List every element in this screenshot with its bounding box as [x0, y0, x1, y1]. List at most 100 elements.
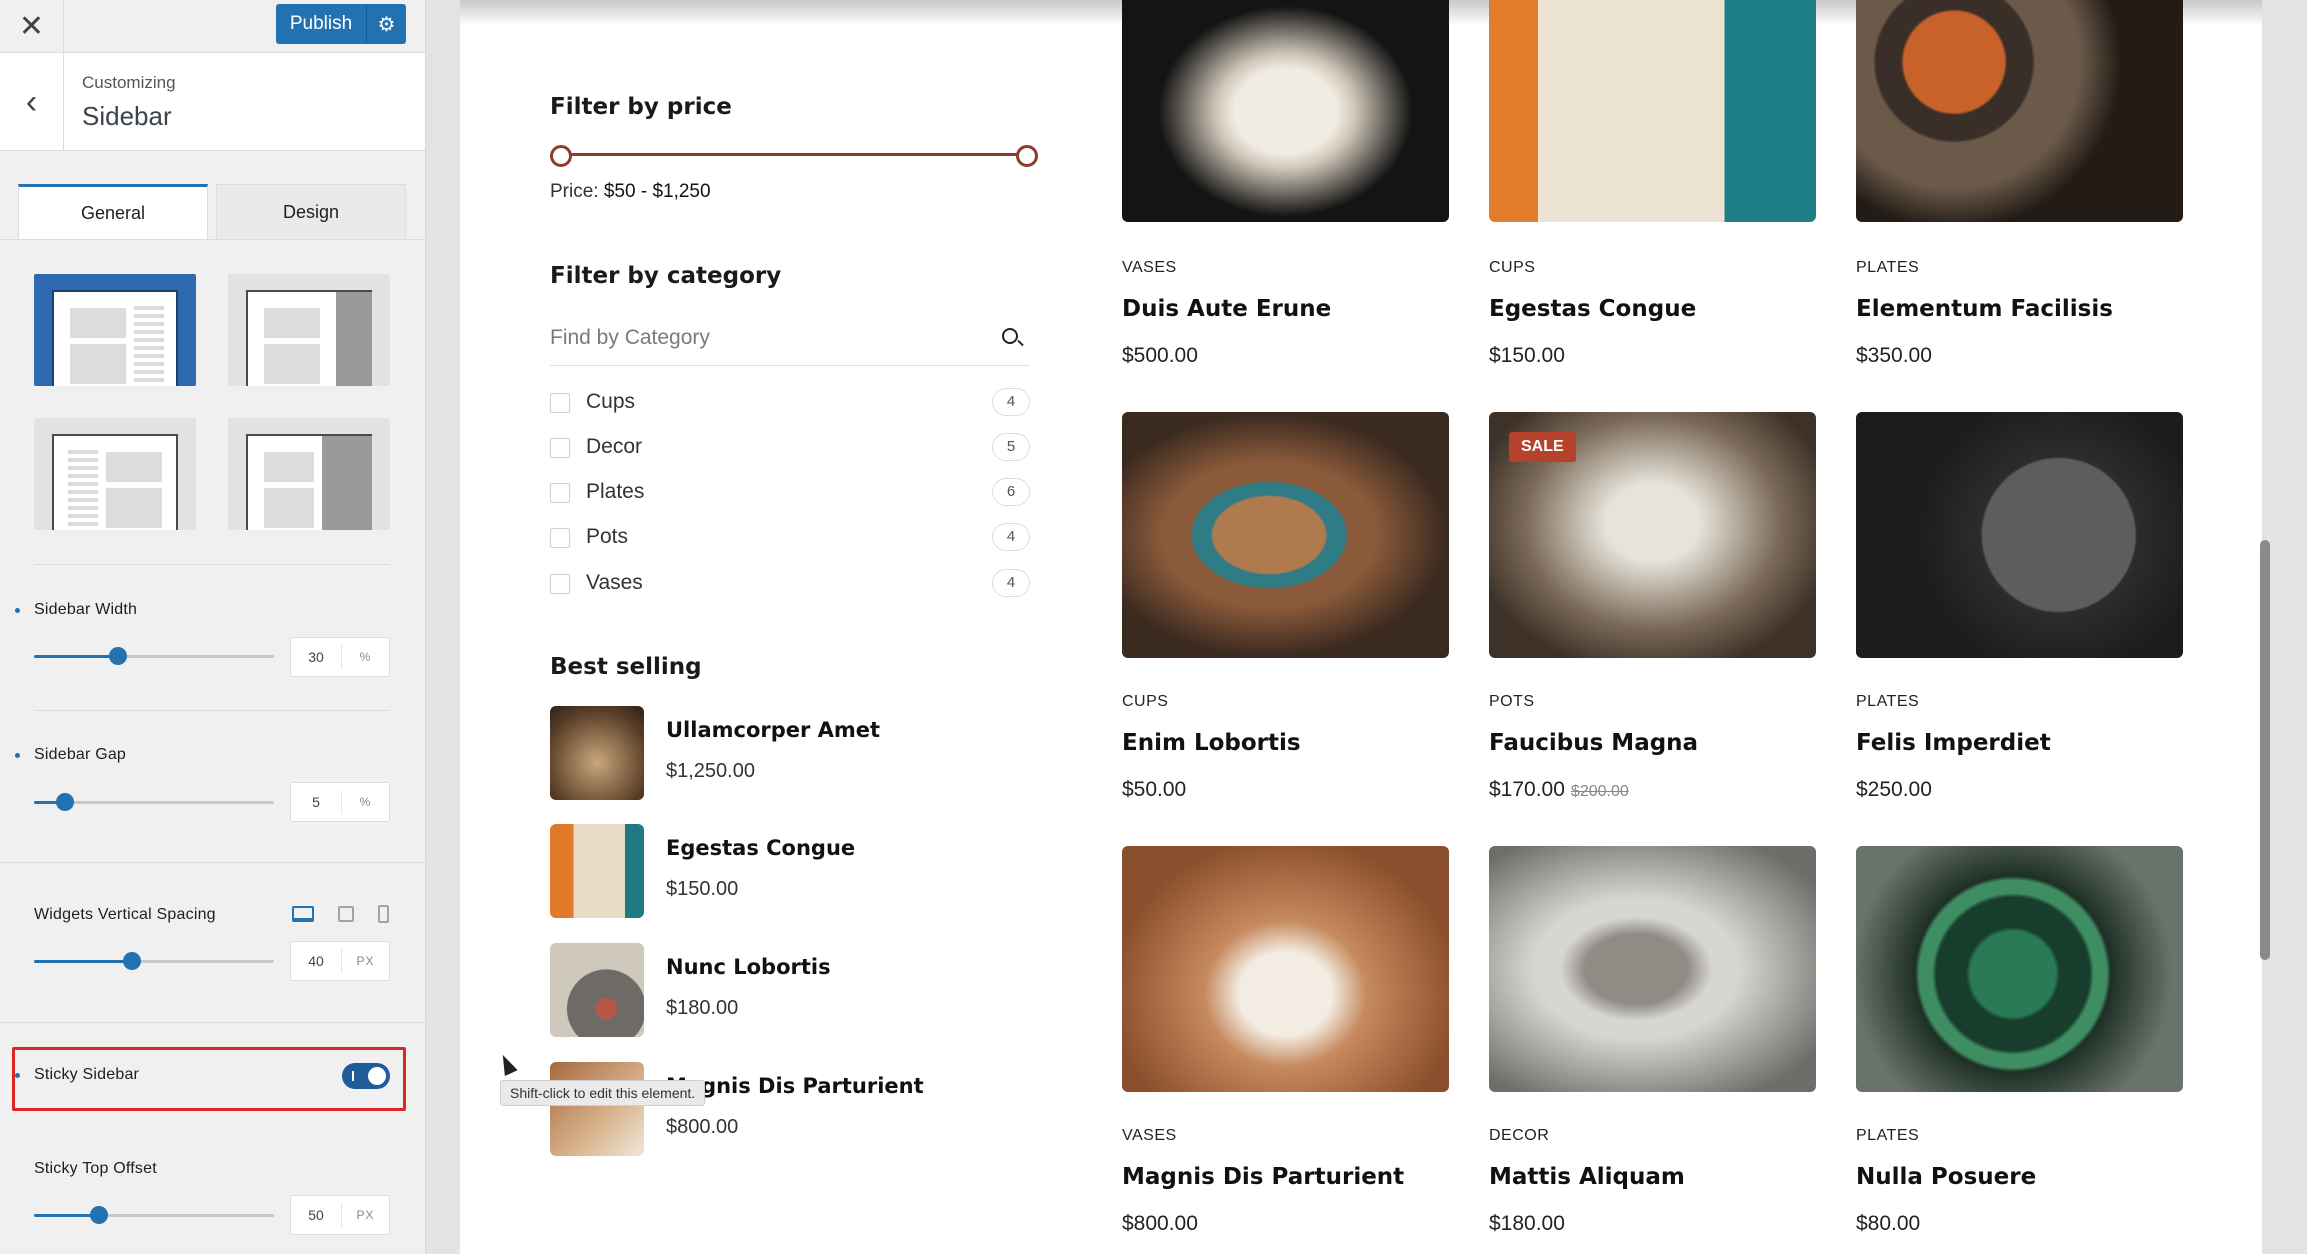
toggle-knob: [368, 1067, 386, 1085]
product-price: $180.00: [1489, 1212, 1565, 1235]
best-selling-item[interactable]: Nunc Lobortis $180.00: [550, 943, 1070, 1037]
slider-handle[interactable]: [89, 1206, 108, 1224]
gear-icon[interactable]: ⚙: [366, 4, 406, 44]
category-item-vases[interactable]: Vases 4: [550, 569, 1030, 599]
value: 40: [308, 953, 324, 969]
product-name[interactable]: Elementum Facilisis: [1856, 296, 2113, 322]
product-name[interactable]: Felis Imperdiet: [1856, 730, 2051, 756]
slider-fill: [34, 960, 133, 963]
product-name[interactable]: Egestas Congue: [1489, 296, 1696, 322]
product-image[interactable]: [1489, 846, 1816, 1092]
sticky-offset-slider[interactable]: [34, 1206, 274, 1224]
category-filter-title: Filter by category: [550, 263, 782, 289]
sticky-offset-input[interactable]: 50 PX: [290, 1195, 390, 1235]
slider-handle[interactable]: [56, 793, 75, 811]
product-thumbnail[interactable]: [550, 1062, 644, 1156]
unit[interactable]: PX: [341, 949, 389, 973]
checkbox[interactable]: [550, 528, 570, 548]
layout-block: [264, 488, 314, 528]
category-item-cups[interactable]: Cups 4: [550, 388, 1030, 418]
category-count: 4: [992, 388, 1030, 416]
sidebar-width-input[interactable]: 30 %: [290, 637, 390, 677]
product-thumbnail[interactable]: [550, 824, 644, 918]
tab-general[interactable]: General: [18, 184, 208, 240]
product-image[interactable]: [1122, 846, 1449, 1092]
product-thumbnail[interactable]: [550, 706, 644, 800]
sale-badge: SALE: [1509, 432, 1576, 462]
best-selling-item[interactable]: Ullamcorper Amet $1,250.00: [550, 706, 1070, 800]
layout-option-right-sidebar[interactable]: [34, 274, 196, 386]
category-item-pots[interactable]: Pots 4: [550, 523, 1030, 553]
product-image[interactable]: [1122, 412, 1449, 658]
publish-button[interactable]: Publish ⚙: [276, 4, 406, 44]
price-max-handle[interactable]: [1016, 145, 1038, 167]
category-search[interactable]: Find by Category: [550, 320, 1030, 366]
widgets-spacing-slider[interactable]: [34, 952, 274, 970]
slider-handle[interactable]: [123, 952, 142, 970]
unit[interactable]: %: [341, 645, 389, 669]
product-price: $170.00: [1489, 778, 1565, 801]
product-image[interactable]: [1856, 846, 2183, 1092]
product-image[interactable]: [1856, 412, 2183, 658]
layout-block: [106, 488, 162, 528]
product-name[interactable]: Mattis Aliquam: [1489, 1164, 1685, 1190]
best-selling-item[interactable]: Magnis Dis Parturient $800.00: [550, 1062, 1070, 1156]
product-name[interactable]: Nunc Lobortis: [666, 955, 831, 979]
layout-option-left-sidebar[interactable]: [34, 418, 196, 530]
product-price: $150.00: [1489, 344, 1565, 367]
price-min-handle[interactable]: [550, 145, 572, 167]
checkbox[interactable]: [550, 393, 570, 413]
layout-preview: [52, 434, 178, 530]
mobile-icon[interactable]: [378, 905, 389, 923]
product-name[interactable]: Faucibus Magna: [1489, 730, 1698, 756]
product-image[interactable]: [1856, 0, 2183, 222]
tab-design[interactable]: Design: [216, 184, 406, 240]
sidebar-gap-input[interactable]: 5 %: [290, 782, 390, 822]
tablet-icon[interactable]: [338, 906, 354, 922]
layout-sidebar: [134, 306, 164, 384]
slider-handle[interactable]: [109, 647, 127, 665]
unit[interactable]: %: [341, 790, 389, 814]
widgets-spacing-input[interactable]: 40 PX: [290, 941, 390, 981]
product-thumbnail[interactable]: [550, 943, 644, 1037]
sidebar-gap-slider[interactable]: [34, 793, 274, 811]
scrollbar-thumb[interactable]: [2260, 540, 2270, 960]
category-item-decor[interactable]: Decor 5: [550, 433, 1030, 463]
product-price: $180.00: [666, 997, 739, 1019]
category-item-plates[interactable]: Plates 6: [550, 478, 1030, 508]
sidebar-width-slider[interactable]: [34, 647, 274, 665]
sticky-sidebar-toggle[interactable]: [342, 1063, 390, 1089]
product-name[interactable]: Ullamcorper Amet: [666, 718, 880, 742]
unit[interactable]: PX: [341, 1203, 389, 1227]
checkbox[interactable]: [550, 438, 570, 458]
product-name[interactable]: Egestas Congue: [666, 836, 855, 860]
product-image[interactable]: SALE: [1489, 412, 1816, 658]
layout-option-right-sidebar-filled[interactable]: [228, 274, 390, 386]
layout-preview: [52, 290, 178, 386]
desktop-icon[interactable]: [292, 906, 314, 922]
back-arrow-icon[interactable]: ‹: [0, 53, 64, 151]
product-name[interactable]: Nulla Posuere: [1856, 1164, 2036, 1190]
layout-option-left-sidebar-filled[interactable]: [228, 418, 390, 530]
price-label: Price:: [550, 181, 599, 202]
customizer-panel: ✕ Publish ⚙ ‹ Customizing Sidebar Genera…: [0, 0, 426, 1254]
category-name: Plates: [586, 480, 645, 503]
checkbox[interactable]: [550, 483, 570, 503]
checkbox[interactable]: [550, 574, 570, 594]
search-icon[interactable]: [1002, 328, 1018, 344]
divider: [34, 564, 390, 565]
price-range-slider[interactable]: [562, 153, 1028, 156]
price-filter-title: Filter by price: [550, 94, 732, 120]
sticky-sidebar-label: Sticky Sidebar: [34, 1066, 140, 1083]
close-icon[interactable]: ✕: [0, 0, 64, 53]
product-old-price: $200.00: [1570, 783, 1629, 800]
widgets-spacing-label: Widgets Vertical Spacing: [34, 906, 216, 923]
product-name[interactable]: Enim Lobortis: [1122, 730, 1301, 756]
product-image[interactable]: [1122, 0, 1449, 222]
product-name[interactable]: Duis Aute Erune: [1122, 296, 1331, 322]
product-name[interactable]: Magnis Dis Parturient: [1122, 1164, 1404, 1190]
product-image[interactable]: [1489, 0, 1816, 222]
divider: [0, 862, 425, 863]
section-header: ‹ Customizing Sidebar: [0, 53, 425, 151]
best-selling-item[interactable]: Egestas Congue $150.00: [550, 824, 1070, 918]
